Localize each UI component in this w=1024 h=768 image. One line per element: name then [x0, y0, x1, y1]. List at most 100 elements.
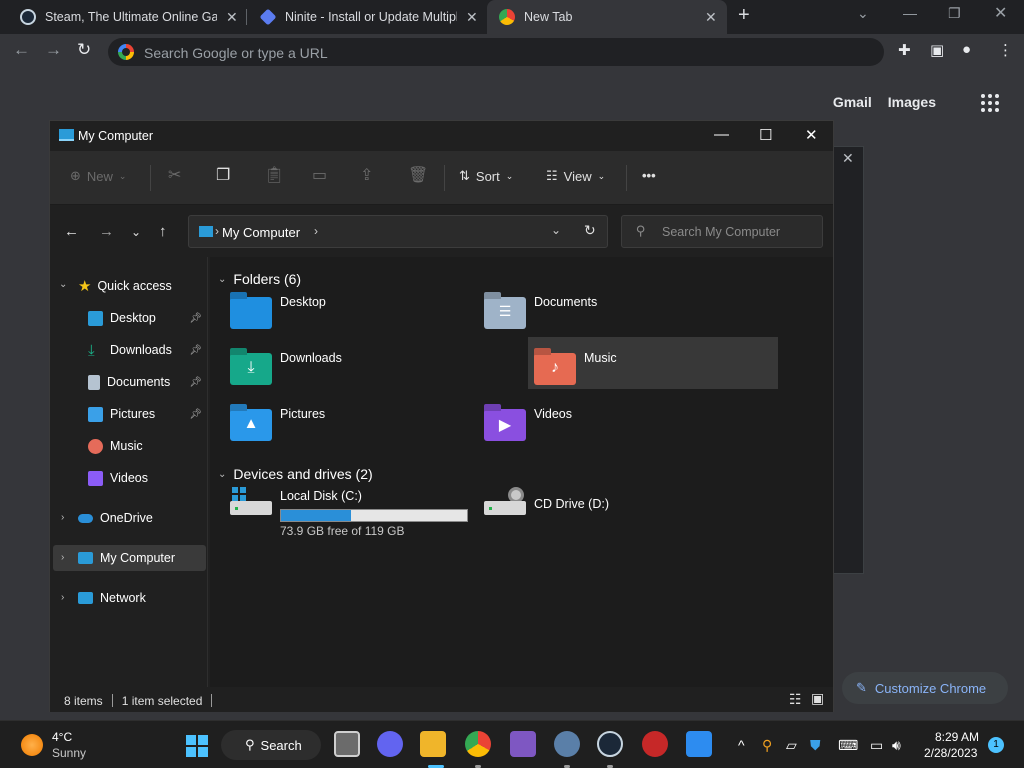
images-link[interactable]: Images [888, 94, 936, 110]
refresh-icon[interactable]: ↻ [584, 222, 596, 239]
cut-icon[interactable]: ✂ [168, 165, 181, 185]
google-apps-icon[interactable] [981, 94, 999, 112]
chevron-right-icon[interactable]: › [61, 552, 64, 563]
omnibox[interactable]: Search Google or type a URL [108, 38, 884, 66]
profile-icon[interactable]: ● [962, 41, 971, 58]
sort-button[interactable]: ⇅ Sort ⌄ [459, 168, 513, 184]
more-options-icon[interactable]: ••• [642, 168, 656, 183]
sidebar-item-desktop[interactable]: Desktop 📌︎ [88, 305, 206, 331]
task-view-icon[interactable] [334, 731, 360, 757]
tab-ninite[interactable]: Ninite - Install or Update Multiple ✕ [248, 0, 486, 34]
tiles-view-icon[interactable]: ▣ [811, 690, 824, 707]
search-tray-icon[interactable]: ⚲ [762, 737, 772, 754]
sidebar-item-quick-access[interactable]: ★ Quick access [78, 273, 206, 299]
minimize-icon[interactable]: — [903, 5, 917, 21]
volume-icon[interactable]: 🔊︎ [892, 737, 901, 754]
back-icon[interactable]: ← [13, 40, 30, 60]
minimize-icon[interactable]: — [714, 126, 729, 143]
start-button[interactable] [186, 735, 208, 757]
address-bar[interactable]: › My Computer › ⌄ ↻ [188, 215, 608, 248]
chevron-down-icon[interactable]: ⌄ [59, 279, 67, 290]
rename-icon[interactable]: ▭ [312, 165, 327, 185]
reload-icon[interactable]: ↻ [77, 40, 91, 60]
back-icon[interactable]: ← [64, 223, 79, 240]
tab-new-tab[interactable]: New Tab ✕ [487, 0, 727, 34]
restore-icon[interactable]: ❐ [948, 5, 961, 22]
show-hidden-icons-icon[interactable]: ^ [738, 737, 745, 753]
network-icon [78, 592, 93, 604]
chrome-menu-icon[interactable]: ⋮ [998, 41, 1013, 59]
up-icon[interactable]: ↑ [159, 223, 167, 240]
side-panel-icon[interactable]: ▣ [930, 41, 944, 59]
close-window-icon[interactable]: ✕ [994, 3, 1007, 23]
folder-pictures[interactable]: ▲ Pictures [224, 399, 472, 451]
close-window-icon[interactable]: ✕ [805, 126, 818, 144]
new-tab-button[interactable]: + [738, 4, 750, 27]
forward-icon[interactable]: → [99, 223, 114, 240]
chrome-toolbar: ← → ↻ Search Google or type a URL ✚ ▣ ● … [0, 34, 1024, 70]
details-view-icon[interactable]: ☷ [789, 691, 802, 708]
clock-date[interactable]: 2/28/2023 [924, 746, 977, 760]
microsoft-store-icon[interactable] [686, 731, 712, 757]
gmail-link[interactable]: Gmail [833, 94, 872, 110]
steam-taskbar-icon[interactable] [597, 731, 623, 757]
weather-description[interactable]: Sunny [52, 746, 86, 760]
chevron-right-icon[interactable]: › [314, 224, 318, 238]
share-icon[interactable]: ⇪ [360, 165, 373, 185]
copy-icon[interactable]: ❐ [216, 165, 230, 185]
sidebar-item-music[interactable]: Music [88, 433, 206, 459]
sidebar-item-my-computer[interactable]: › My Computer [53, 545, 206, 571]
drives-group-header[interactable]: ⌄ Devices and drives (2) [218, 466, 373, 482]
customize-chrome-button[interactable]: ✎ Customize Chrome [842, 672, 1008, 704]
network-tray-icon[interactable]: ▭ [870, 737, 883, 754]
sidebar-item-documents[interactable]: Documents 📌︎ [88, 369, 206, 395]
chevron-right-icon[interactable]: › [61, 592, 64, 603]
omnibox-placeholder[interactable]: Search Google or type a URL [144, 45, 328, 61]
clock-time[interactable]: 8:29 AM [935, 730, 979, 744]
paste-icon[interactable]: 📋︎ [264, 165, 284, 185]
security-icon[interactable]: ⛊ [810, 737, 821, 754]
sidebar-item-videos[interactable]: Videos [88, 465, 206, 491]
sun-icon[interactable] [21, 734, 43, 756]
folder-music[interactable]: ♪ Music [528, 337, 778, 389]
view-button[interactable]: ☷ View ⌄ [546, 168, 605, 184]
explorer-title-bar[interactable]: My Computer — ☐ ✕ [50, 121, 833, 151]
chevron-right-icon[interactable]: › [61, 512, 64, 523]
dev-cpp-icon[interactable] [642, 731, 668, 757]
new-button[interactable]: ⊕ New ⌄ [70, 168, 126, 184]
sidebar-item-network[interactable]: Network [78, 585, 206, 611]
drive-c[interactable]: Local Disk (C:) 73.9 GB free of 119 GB [224, 483, 472, 543]
teams-chat-icon[interactable] [377, 731, 403, 757]
sidebar-item-pictures[interactable]: Pictures 📌︎ [88, 401, 206, 427]
maximize-icon[interactable]: ☐ [759, 126, 772, 144]
notification-badge[interactable]: 1 [988, 737, 1004, 753]
forward-icon[interactable]: → [45, 40, 62, 60]
close-tab-icon[interactable]: ✕ [705, 9, 717, 26]
visual-studio-icon[interactable] [510, 731, 536, 757]
sidebar-item-onedrive[interactable]: OneDrive [78, 505, 206, 531]
delete-icon[interactable]: 🗑︎ [408, 165, 428, 185]
settings-icon[interactable] [554, 731, 580, 757]
close-side-panel-icon[interactable]: ✕ [842, 150, 854, 167]
sidebar-item-downloads[interactable]: ⤓ Downloads 📌︎ [88, 337, 206, 363]
folder-videos[interactable]: ▶ Videos [478, 399, 726, 451]
tab-search-icon[interactable]: ⌄ [857, 5, 869, 22]
close-tab-icon[interactable]: ✕ [466, 9, 478, 26]
address-history-icon[interactable]: ⌄ [551, 223, 561, 237]
close-tab-icon[interactable]: ✕ [226, 9, 238, 26]
folder-downloads[interactable]: ⤓ Downloads [224, 343, 472, 395]
folder-desktop[interactable]: Desktop [224, 287, 472, 339]
taskbar-search[interactable]: ⚲ Search [221, 730, 321, 760]
weather-temperature[interactable]: 4°C [52, 730, 72, 744]
recent-locations-icon[interactable]: ⌄ [131, 225, 141, 239]
drive-d[interactable]: CD Drive (D:) [478, 483, 726, 543]
search-box[interactable]: ⚲ Search My Computer [621, 215, 823, 248]
drive-tray-icon[interactable]: ▱ [786, 737, 797, 754]
keyboard-icon[interactable]: ⌨ [838, 737, 858, 754]
folder-documents[interactable]: ☰ Documents [478, 287, 726, 339]
tab-steam[interactable]: Steam, The Ultimate Online Game ✕ [8, 0, 246, 34]
chrome-taskbar-icon[interactable] [465, 731, 491, 757]
file-explorer-taskbar-icon[interactable] [420, 731, 446, 757]
extensions-icon[interactable]: ✚ [898, 41, 911, 59]
folders-group-header[interactable]: ⌄ Folders (6) [218, 271, 301, 287]
